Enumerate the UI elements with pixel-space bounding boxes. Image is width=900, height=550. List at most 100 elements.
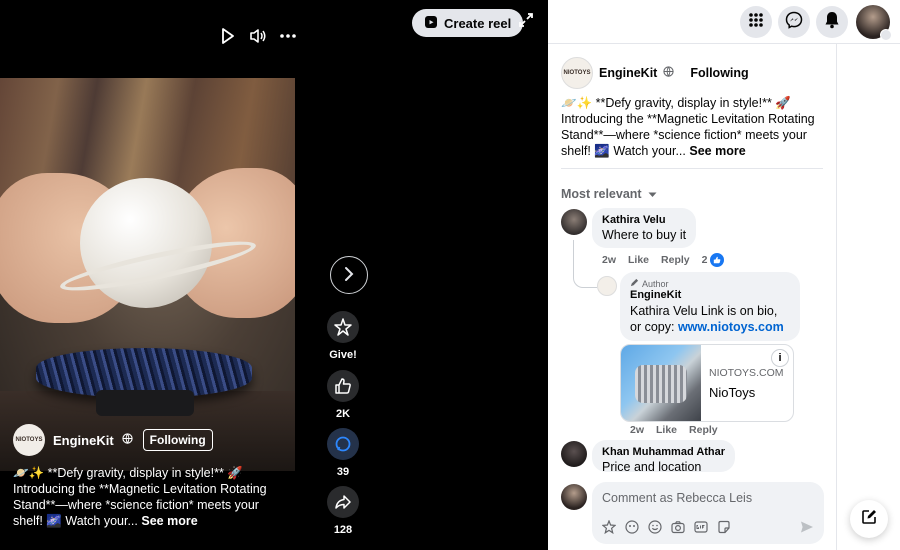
post-text: 🪐✨ **Defy gravity, display in style!** 🚀…: [561, 95, 823, 159]
give-action[interactable]: Give!: [326, 311, 360, 361]
comment-icon: [327, 428, 359, 460]
more-icon[interactable]: [278, 26, 298, 46]
link-domain: NIOTOYS.COM: [709, 367, 784, 379]
commenter-avatar[interactable]: [561, 209, 587, 235]
video-controls: [218, 26, 298, 46]
compose-icon: [861, 509, 877, 530]
reply-like-button[interactable]: Like: [656, 424, 677, 436]
share-count: 128: [333, 524, 353, 536]
author-reply-avatar[interactable]: [597, 276, 617, 296]
author-badge: Author: [630, 278, 790, 289]
play-icon[interactable]: [218, 26, 238, 46]
like-icon: [327, 370, 359, 402]
post-column: NIOTOYS EngineKit Following 🪐✨ **Defy gr…: [548, 44, 836, 550]
post-author-name[interactable]: EngineKit: [599, 66, 657, 80]
emoji-icon[interactable]: [648, 520, 662, 534]
post-avatar-text: NIOTOYS: [563, 70, 591, 76]
create-reel-label: Create reel: [444, 15, 512, 31]
chevron-down-icon: [880, 29, 892, 41]
notifications-button[interactable]: [816, 6, 848, 38]
next-icon: [343, 266, 355, 285]
owner-name[interactable]: EngineKit: [53, 433, 114, 448]
comment-text: Where to buy it: [602, 228, 687, 242]
avatar-icon[interactable]: [625, 520, 639, 534]
reel-video[interactable]: [0, 78, 295, 471]
sort-label: Most relevant: [561, 187, 642, 201]
author-badge-label: Author: [642, 278, 669, 289]
like-reaction-icon: [710, 253, 725, 267]
reel-viewer: Create reel Give! 2K 39 128 NIOTOYS Engi…: [0, 0, 548, 550]
reaction-count: 2: [701, 254, 708, 266]
send-icon[interactable]: [800, 520, 814, 539]
globe-icon: [663, 64, 674, 82]
reel-caption: 🪐✨ **Defy gravity, display in style!** 🚀…: [13, 465, 283, 529]
commenter-avatar[interactable]: [561, 441, 587, 467]
camera-icon[interactable]: [671, 520, 685, 534]
reply-time[interactable]: 2w: [630, 424, 644, 436]
grid-icon: [748, 12, 764, 33]
messenger-button[interactable]: [778, 6, 810, 38]
new-message-button[interactable]: [850, 500, 888, 538]
comment-meta: 2w Like Reply 2: [602, 253, 725, 267]
like-count: 2K: [335, 408, 351, 420]
globe-icon: [122, 431, 133, 449]
panel-divider: [836, 44, 837, 550]
profile-avatar[interactable]: [856, 5, 892, 41]
pen-icon: [630, 278, 639, 289]
messenger-icon: [785, 11, 803, 34]
expand-icon[interactable]: [518, 12, 538, 32]
reply-author[interactable]: EngineKit: [630, 289, 790, 301]
volume-icon[interactable]: [248, 26, 268, 46]
caption-text: 🪐✨ **Defy gravity, display in style!** 🚀…: [13, 466, 267, 528]
composer-avatar[interactable]: [561, 484, 587, 510]
comment-author[interactable]: Kathira Velu: [602, 214, 686, 226]
reply-link[interactable]: www.niotoys.com: [678, 320, 784, 334]
reply-meta: 2w Like Reply: [630, 424, 718, 436]
link-preview-card[interactable]: NIOTOYS.COM NioToys i: [620, 344, 794, 422]
divider: [561, 168, 823, 169]
bell-icon: [824, 11, 840, 34]
next-reel-button[interactable]: [330, 256, 368, 294]
like-action[interactable]: 2K: [326, 370, 360, 420]
reply-thread-line: [573, 240, 597, 288]
create-reel-button[interactable]: Create reel: [412, 9, 524, 37]
owner-avatar[interactable]: NIOTOYS: [13, 424, 45, 456]
menu-button[interactable]: [740, 6, 772, 38]
info-icon[interactable]: i: [771, 349, 789, 367]
comment-bubble: Kathira Velu Where to buy it: [592, 208, 697, 248]
reply-reply-button[interactable]: Reply: [689, 424, 718, 436]
sort-dropdown[interactable]: Most relevant: [561, 187, 657, 201]
reel-owner: NIOTOYS EngineKit Following: [13, 424, 213, 456]
comment-composer[interactable]: Comment as Rebecca Leis: [592, 482, 824, 544]
owner-following-button[interactable]: Following: [142, 429, 213, 451]
engine-image: [635, 365, 687, 403]
link-preview-image: [621, 345, 701, 421]
comment-like-button[interactable]: Like: [628, 254, 649, 266]
comment-reply-button[interactable]: Reply: [661, 254, 690, 266]
post-following-button[interactable]: Following: [690, 66, 748, 80]
comments-panel: NIOTOYS EngineKit Following 🪐✨ **Defy gr…: [548, 0, 900, 550]
owner-avatar-text: NIOTOYS: [15, 437, 43, 443]
give-label: Give!: [329, 349, 357, 361]
link-title: NioToys: [709, 385, 756, 400]
post-text-body: 🪐✨ **Defy gravity, display in style!** 🚀…: [561, 96, 815, 158]
caret-down-icon: [648, 187, 657, 201]
comment-bubble: Khan Muhammad Athar Price and location: [592, 440, 736, 472]
comment-action[interactable]: 39: [326, 428, 360, 478]
share-icon: [327, 486, 359, 518]
give-icon: [327, 311, 359, 343]
gif-icon[interactable]: [694, 520, 708, 534]
post-author-avatar[interactable]: NIOTOYS: [561, 57, 593, 89]
avatar-sticker-icon[interactable]: [602, 520, 616, 534]
author-reply-bubble: Author EngineKit Kathira Velu Link is on…: [620, 272, 800, 341]
post-see-more[interactable]: See more: [689, 144, 745, 158]
comment-author[interactable]: Khan Muhammad Athar: [602, 446, 725, 458]
comment-time[interactable]: 2w: [602, 254, 616, 266]
share-action[interactable]: 128: [326, 486, 360, 536]
sticker-icon[interactable]: [717, 520, 731, 534]
comment-input-placeholder[interactable]: Comment as Rebecca Leis: [602, 491, 752, 505]
levitation-base-foot: [96, 390, 194, 416]
reel-icon: [424, 15, 438, 32]
comment-reactions[interactable]: 2: [702, 253, 725, 267]
caption-see-more[interactable]: See more: [141, 514, 197, 528]
